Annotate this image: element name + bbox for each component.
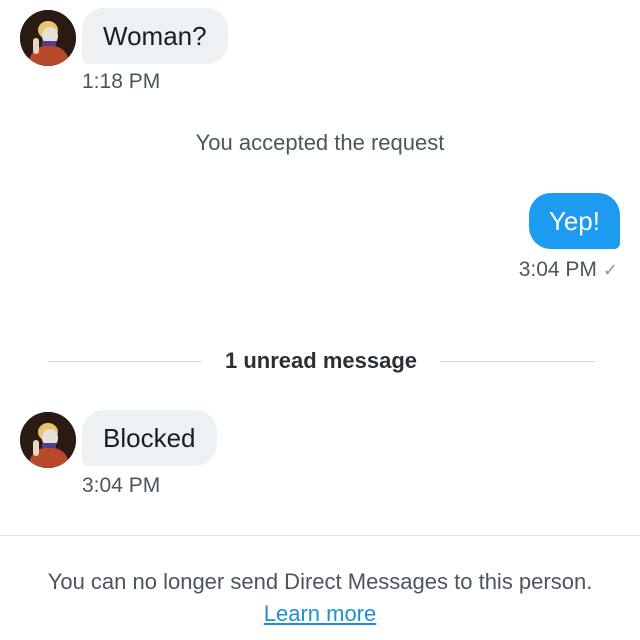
divider-line bbox=[48, 360, 202, 362]
profile-avatar-icon bbox=[20, 412, 76, 468]
message-bubble[interactable]: Blocked bbox=[82, 410, 217, 466]
sender-avatar[interactable] bbox=[20, 10, 76, 66]
divider-line bbox=[441, 360, 595, 362]
profile-avatar-icon bbox=[20, 10, 76, 66]
unread-divider: 1 unread message bbox=[48, 346, 595, 376]
learn-more-row: Learn more bbox=[0, 600, 640, 628]
dm-conversation: Woman? 1:18 PM You accepted the request … bbox=[0, 0, 640, 640]
request-accepted-note: You accepted the request bbox=[195, 130, 445, 155]
learn-more-link[interactable]: Learn more bbox=[264, 601, 377, 626]
unread-label: 1 unread message bbox=[225, 348, 417, 373]
message-bubble[interactable]: Woman? bbox=[82, 8, 228, 64]
sent-check-icon: ✓ bbox=[602, 260, 618, 280]
message-timestamp: 3:04 PM bbox=[518, 258, 597, 281]
footer-divider bbox=[0, 535, 640, 536]
sender-avatar[interactable] bbox=[20, 412, 76, 468]
message-bubble[interactable]: Yep! bbox=[528, 193, 620, 249]
message-timestamp: 1:18 PM bbox=[82, 70, 161, 93]
message-timestamp: 3:04 PM bbox=[82, 474, 161, 497]
blocked-notice: You can no longer send Direct Messages t… bbox=[47, 569, 593, 594]
message-timestamp-row: 3:04 PM ✓ bbox=[519, 258, 618, 282]
